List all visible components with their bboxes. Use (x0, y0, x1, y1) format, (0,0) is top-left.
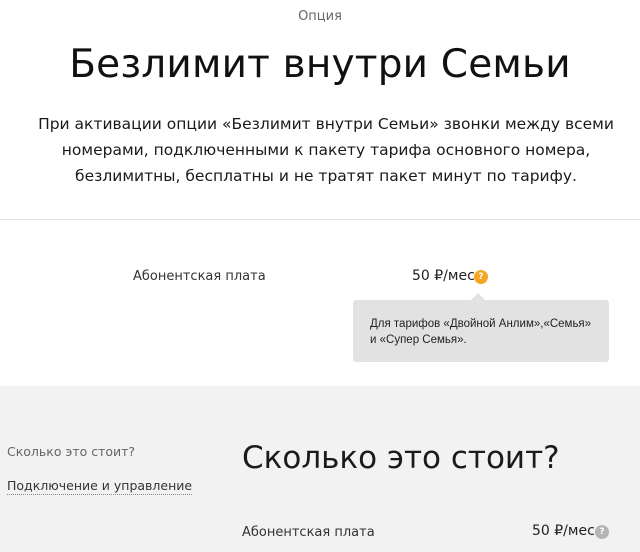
option-header: Опция Безлимит внутри Семьи При активаци… (0, 0, 640, 220)
question-mark-icon[interactable]: ? (474, 270, 488, 284)
question-mark-icon[interactable]: ? (595, 525, 609, 539)
sidebar-item-cost[interactable]: Сколько это стоит? (7, 444, 135, 459)
fee-value: 50 ₽/мес (412, 268, 475, 284)
fee-label: Абонентская плата (133, 269, 266, 284)
option-description: При активации опции «Безлимит внутри Сем… (38, 115, 614, 185)
section-title: Сколько это стоит? (242, 440, 560, 476)
option-kicker: Опция (298, 9, 342, 24)
page-title: Безлимит внутри Семьи (69, 42, 571, 87)
tooltip-text: Для тарифов «Двойной Анлим»,«Семья» и «С… (370, 318, 592, 346)
sidebar-item-connection[interactable]: Подключение и управление (7, 478, 193, 495)
fee-tooltip: Для тарифов «Двойной Анлим»,«Семья» и «С… (353, 293, 609, 362)
section-fee-value: 50 ₽/мес (532, 523, 595, 539)
section-fee-label: Абонентская плата (242, 525, 375, 540)
fee-row: Абонентская плата 50 ₽/мес ? (0, 262, 640, 292)
section-divider (0, 219, 640, 220)
cost-section: Сколько это стоит? Подключение и управле… (0, 386, 640, 552)
